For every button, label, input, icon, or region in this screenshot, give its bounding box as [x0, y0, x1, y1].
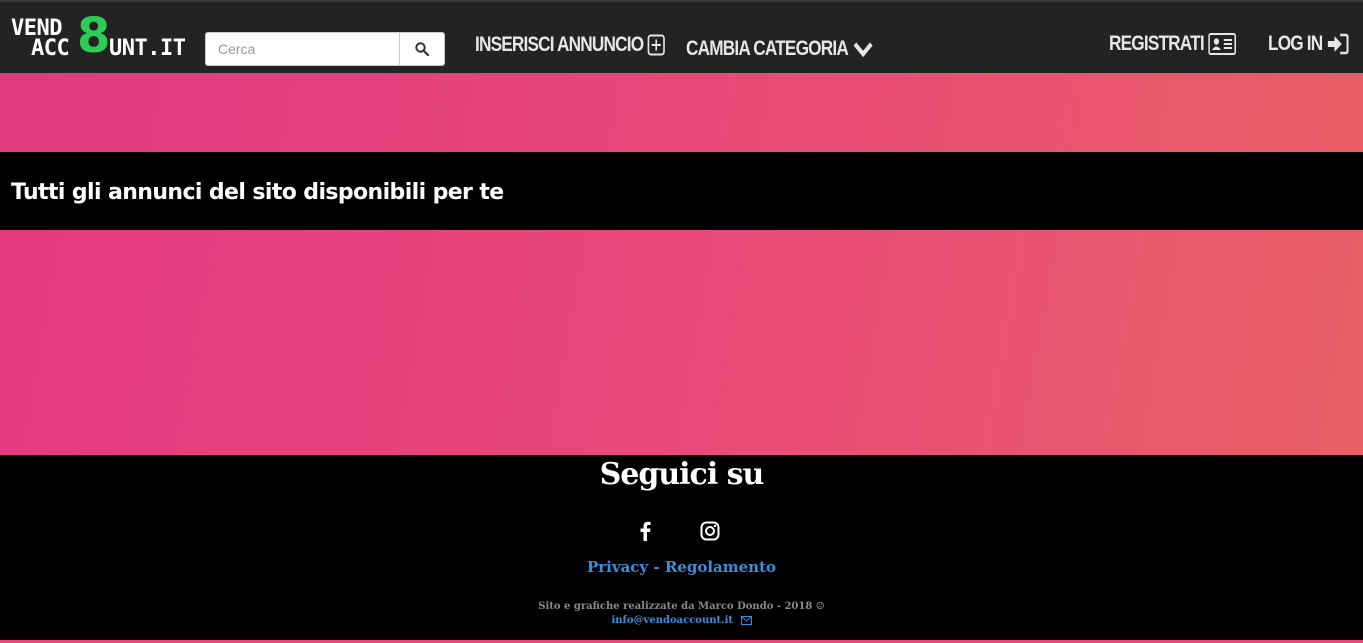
- nav-register[interactable]: REGISTRATI: [1109, 32, 1236, 56]
- plus-square-icon: [647, 34, 666, 56]
- search-input[interactable]: [206, 33, 401, 65]
- nav-login[interactable]: LOG IN: [1268, 32, 1349, 56]
- facebook-link[interactable]: [637, 521, 655, 546]
- search-box: [205, 32, 445, 66]
- listings-area: [0, 230, 1363, 455]
- nav-change-category-label: CAMBIA CATEGORIA: [686, 37, 849, 60]
- logo-text-line2a: ACC: [31, 36, 70, 61]
- title-bar: Tutti gli annunci del sito disponibili p…: [0, 152, 1363, 230]
- facebook-icon: [640, 521, 651, 541]
- footer: Seguici su Privacy - Regolamento Sito e …: [0, 455, 1363, 643]
- email-link[interactable]: info@vendoaccount.it: [611, 615, 733, 626]
- logo-eight: 8: [77, 8, 111, 64]
- id-card-icon: [1207, 33, 1236, 55]
- navbar: VEND 8 ACC UNT.IT INSERISCI ANNUNCIO CAM…: [0, 0, 1363, 73]
- envelope-icon: [740, 616, 752, 625]
- instagram-icon: [700, 521, 720, 541]
- nav-register-label: REGISTRATI: [1109, 32, 1205, 55]
- nav-insert-ad-label: INSERISCI ANNUNCIO: [475, 33, 644, 56]
- privacy-link[interactable]: Privacy: [587, 558, 648, 576]
- logo-text-line2b: UNT.IT: [109, 36, 186, 61]
- rules-link[interactable]: Regolamento: [665, 558, 776, 576]
- hero-band-top: [0, 73, 1363, 152]
- follow-heading: Seguici su: [599, 457, 765, 492]
- instagram-link[interactable]: [700, 521, 720, 546]
- nav-change-category[interactable]: CAMBIA CATEGORIA: [686, 37, 873, 61]
- sign-in-icon: [1328, 33, 1349, 55]
- links-separator: -: [653, 558, 660, 576]
- email-row: info@vendoaccount.it: [0, 615, 1363, 626]
- credit-text: Sito e grafiche realizzate da Marco Dond…: [538, 601, 825, 612]
- nav-login-label: LOG IN: [1268, 32, 1323, 55]
- chevron-down-icon: [853, 42, 873, 58]
- site-logo[interactable]: VEND 8 ACC UNT.IT: [11, 8, 191, 64]
- page-title: Tutti gli annunci del sito disponibili p…: [11, 180, 504, 205]
- search-button[interactable]: [399, 33, 444, 65]
- nav-insert-ad[interactable]: INSERISCI ANNUNCIO: [475, 33, 666, 57]
- footer-links: Privacy - Regolamento: [0, 558, 1363, 576]
- search-icon: [415, 42, 429, 56]
